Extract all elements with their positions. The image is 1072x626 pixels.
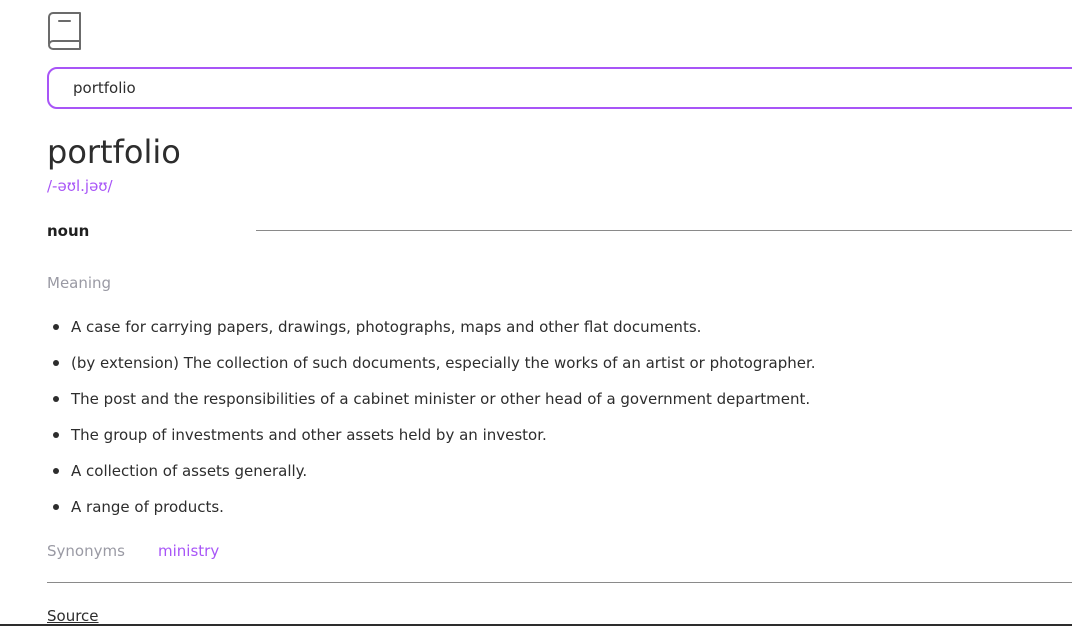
source-link[interactable]: Source	[47, 605, 99, 626]
book-icon	[48, 12, 81, 50]
synonym-link-ministry[interactable]: ministry	[158, 540, 219, 562]
bullet-icon	[53, 432, 59, 438]
meaning-text: A case for carrying papers, drawings, ph…	[71, 318, 702, 336]
bullet-icon	[53, 324, 59, 330]
search-input[interactable]	[73, 69, 1033, 107]
phonetic-transcription: /-əʊl.jəʊ/	[47, 177, 113, 195]
bullet-icon	[53, 468, 59, 474]
meaning-text: The post and the responsibilities of a c…	[71, 390, 811, 408]
bullet-icon	[53, 360, 59, 366]
section-divider	[47, 582, 1072, 583]
list-item: A case for carrying papers, drawings, ph…	[47, 315, 816, 351]
headword: portfolio	[47, 133, 181, 171]
list-item: (by extension) The collection of such do…	[47, 351, 816, 387]
list-item: The post and the responsibilities of a c…	[47, 387, 816, 423]
meaning-text: The group of investments and other asset…	[71, 426, 547, 444]
part-of-speech: noun	[47, 222, 90, 240]
meaning-heading: Meaning	[47, 274, 112, 292]
dictionary-page: portfolio /-əʊl.jəʊ/ noun Meaning A case…	[0, 0, 1072, 626]
meaning-list: A case for carrying papers, drawings, ph…	[47, 315, 816, 531]
bullet-icon	[53, 396, 59, 402]
list-item: A range of products.	[47, 495, 816, 531]
list-item: The group of investments and other asset…	[47, 423, 816, 459]
synonyms-heading: Synonyms	[47, 542, 125, 560]
meaning-text: (by extension) The collection of such do…	[71, 354, 816, 372]
search-box[interactable]	[47, 67, 1072, 109]
part-of-speech-divider	[256, 230, 1072, 231]
meaning-text: A range of products.	[71, 498, 224, 516]
list-item: A collection of assets generally.	[47, 459, 816, 495]
meaning-text: A collection of assets generally.	[71, 462, 308, 480]
bullet-icon	[53, 504, 59, 510]
